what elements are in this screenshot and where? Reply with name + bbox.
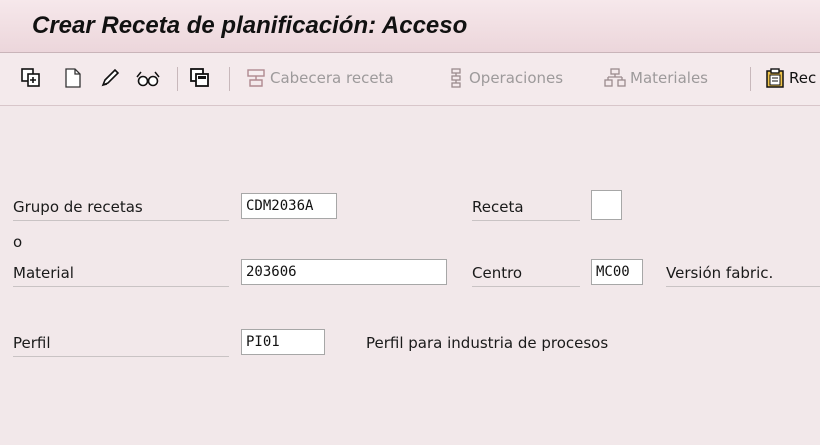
pencil-icon [99, 67, 121, 89]
material-label: Material [13, 260, 229, 287]
recipe-button[interactable]: Rec [765, 63, 816, 93]
header-icon [246, 67, 266, 89]
materials-icon [604, 67, 626, 89]
title-bar: Crear Receta de planificación: Acceso [0, 0, 820, 53]
header-button[interactable]: Cabecera receta [246, 63, 394, 93]
copy-from-icon [20, 67, 42, 89]
toolbar-separator [177, 67, 178, 91]
materials-button[interactable]: Materiales [604, 63, 708, 93]
glasses-icon [135, 67, 161, 89]
new-document-icon [63, 67, 83, 89]
materials-button-label: Materiales [630, 69, 708, 87]
recipe-label: Receta [472, 194, 580, 221]
operations-icon [447, 67, 465, 89]
change-button[interactable] [99, 63, 121, 93]
recipe-group-input[interactable] [241, 193, 337, 219]
toolbar-separator [229, 67, 230, 91]
material-input[interactable] [241, 259, 447, 285]
profile-label: Perfil [13, 330, 229, 357]
display-button[interactable] [135, 63, 161, 93]
or-label: o [13, 233, 23, 251]
other-object-icon [189, 67, 211, 89]
recipe-button-label: Rec [789, 69, 817, 87]
create-button[interactable] [63, 63, 83, 93]
production-version-label: Versión fabric. [666, 260, 820, 287]
operations-button[interactable]: Operaciones [447, 63, 563, 93]
other-object-button[interactable] [189, 63, 211, 93]
clipboard-icon [765, 67, 787, 89]
toolbar-separator [750, 67, 751, 91]
plant-label: Centro [472, 260, 580, 287]
plant-input[interactable] [591, 259, 643, 285]
header-button-label: Cabecera receta [270, 69, 394, 87]
page-title: Crear Receta de planificación: Acceso [32, 12, 468, 39]
application-toolbar: Cabecera receta Operaciones Materiales R… [0, 53, 820, 106]
copy-from-button[interactable] [20, 63, 42, 93]
profile-description: Perfil para industria de procesos [366, 334, 609, 352]
recipe-input[interactable] [591, 190, 622, 220]
recipe-group-label: Grupo de recetas [13, 194, 229, 221]
operations-button-label: Operaciones [469, 69, 564, 87]
profile-input[interactable] [241, 329, 325, 355]
